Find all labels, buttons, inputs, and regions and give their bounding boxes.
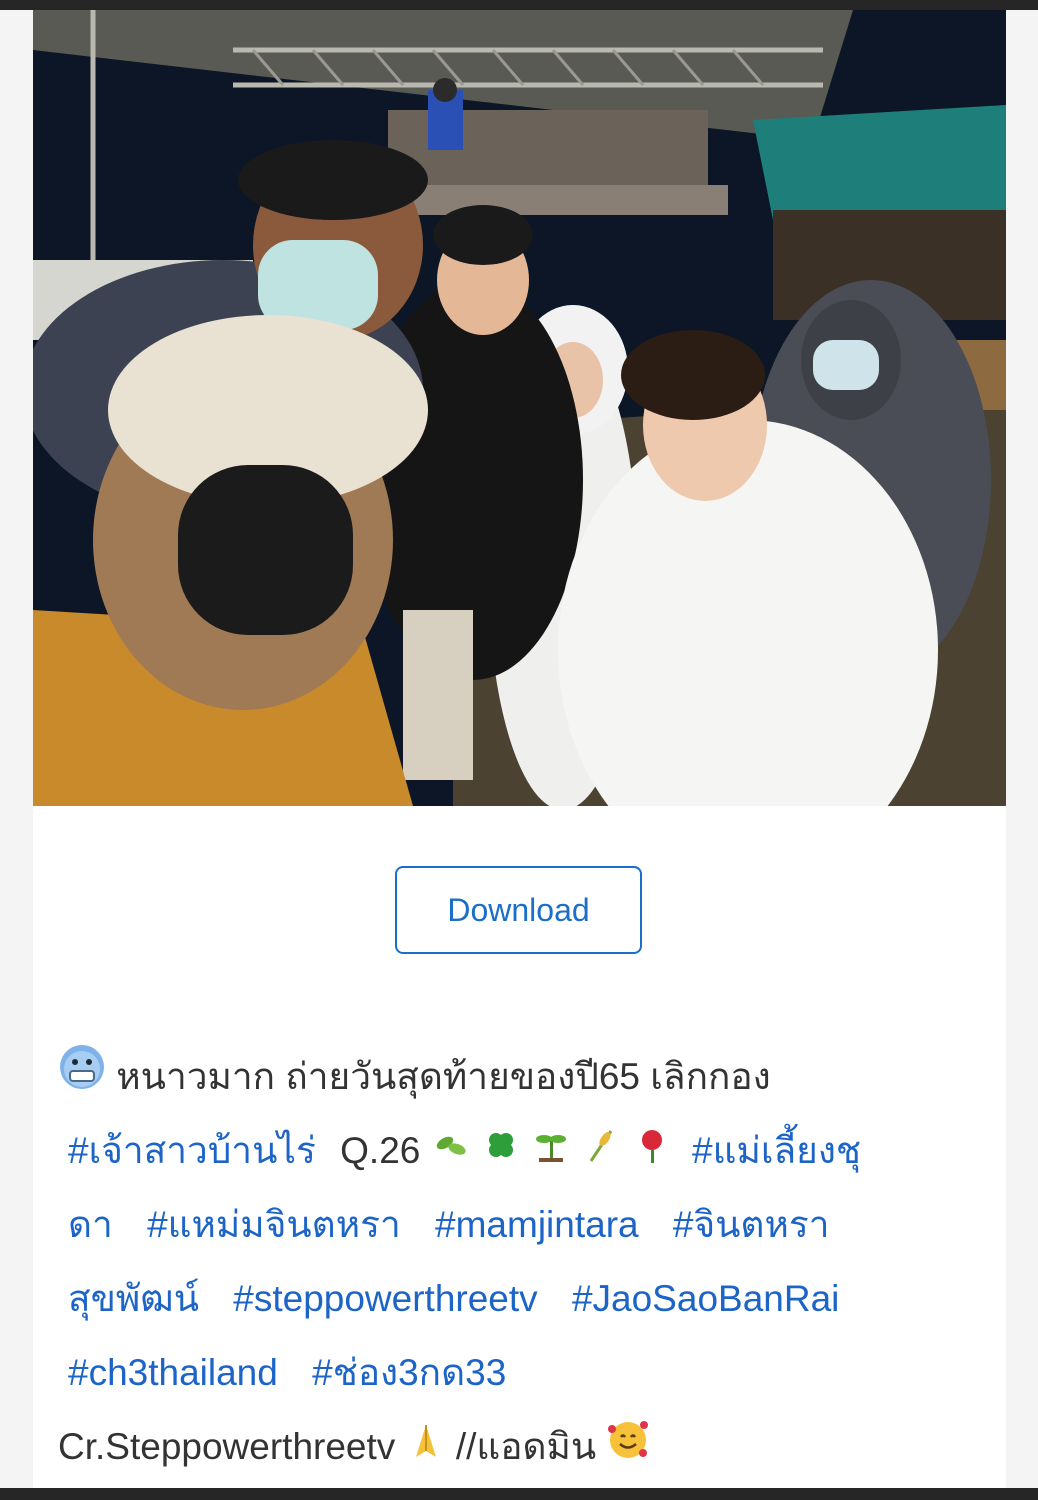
clover-emoji-icon: [481, 1116, 521, 1190]
caption-line-6: Cr.Steppowerthreetv //แอดมิน: [58, 1410, 988, 1484]
post-photo[interactable]: [33, 10, 1006, 806]
hashtag-link[interactable]: สุขพัฒน์: [68, 1278, 199, 1319]
folded-hands-emoji-icon: [406, 1412, 446, 1486]
hashtag-link[interactable]: #mamjintara: [435, 1204, 639, 1245]
bottom-nav-strip: [0, 1488, 1038, 1500]
episode-label: Q.26: [340, 1130, 421, 1171]
download-button[interactable]: Download: [395, 866, 642, 954]
caption-line-3: ดา #แหม่มจินตหรา #mamjintara #จินตหรา: [58, 1188, 988, 1262]
hashtag-link[interactable]: #เจ้าสาวบ้านไร่: [68, 1130, 316, 1171]
smiling-hearts-emoji-icon: [606, 1412, 650, 1486]
rose-emoji-icon: [632, 1116, 672, 1190]
hashtag-link[interactable]: #ch3thailand: [68, 1352, 278, 1393]
hashtag-link[interactable]: #ช่อง3กด33: [312, 1352, 506, 1393]
caption-line-5: #ch3thailand #ช่อง3กด33: [58, 1336, 988, 1410]
caption-intro: หนาวมาก ถ่ายวันสุดท้ายของปี65 เลิกกอง: [116, 1056, 771, 1097]
hashtag-link[interactable]: #แม่เลี้ยงชุ: [692, 1130, 861, 1171]
cold-face-emoji-icon: [58, 1042, 106, 1116]
caption-line-2: #เจ้าสาวบ้านไร่ Q.26 #แม่เลี้ยงชุ: [58, 1114, 988, 1188]
top-status-strip: [0, 0, 1038, 10]
leaves-emoji-icon: [431, 1116, 471, 1190]
caption-line-4: สุขพัฒน์ #steppowerthreetv #JaoSaoBanRai: [58, 1262, 988, 1336]
seedling-emoji-icon: [531, 1116, 571, 1190]
hashtag-link[interactable]: #JaoSaoBanRai: [572, 1278, 839, 1319]
hashtag-link[interactable]: #แหม่มจินตหรา: [147, 1204, 401, 1245]
signoff-text: //แอดมิน: [455, 1426, 597, 1467]
credit-text: Cr.Steppowerthreetv: [58, 1426, 396, 1467]
hashtag-link[interactable]: #steppowerthreetv: [233, 1278, 537, 1319]
rice-emoji-icon: [581, 1116, 621, 1190]
post-card: Download หนาวมาก ถ่ายวันสุดท้ายของปี65 เ…: [33, 10, 1006, 1488]
post-caption: หนาวมาก ถ่ายวันสุดท้ายของปี65 เลิกกอง #เ…: [58, 1040, 988, 1484]
caption-line-1: หนาวมาก ถ่ายวันสุดท้ายของปี65 เลิกกอง: [58, 1040, 988, 1114]
hashtag-link[interactable]: ดา: [68, 1204, 113, 1245]
hashtag-link[interactable]: #จินตหรา: [673, 1204, 830, 1245]
